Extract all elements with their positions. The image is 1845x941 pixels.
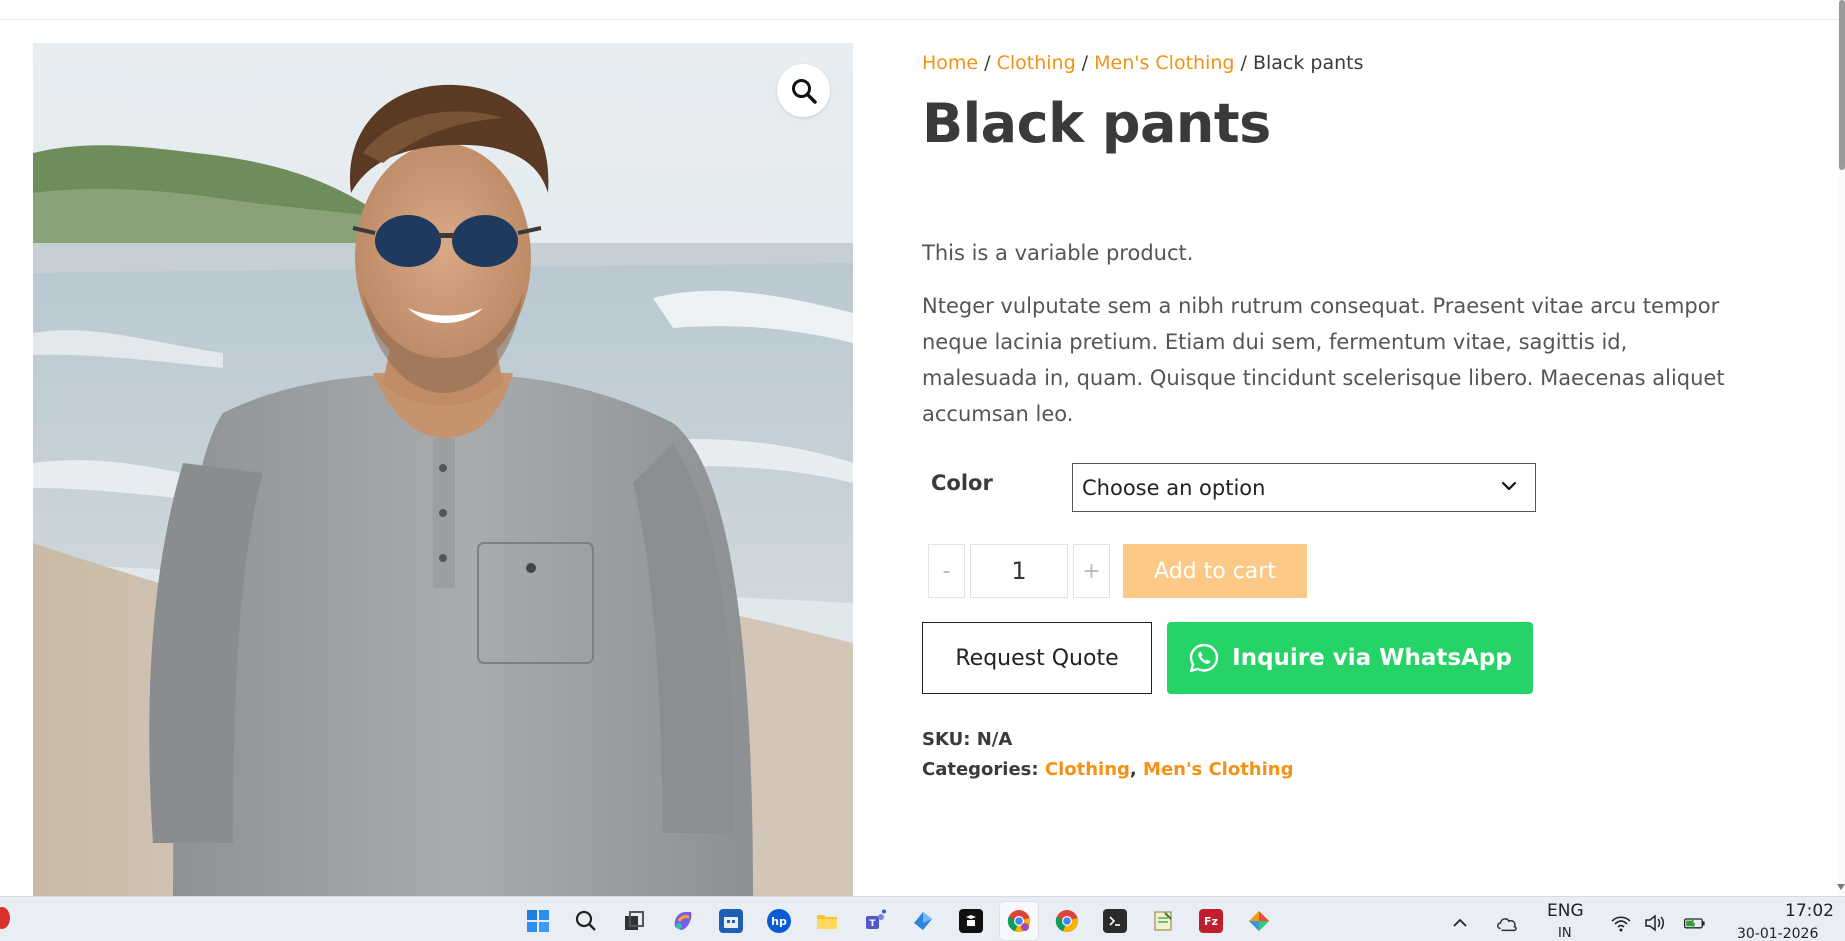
product-summary: Home / Clothing / Men's Clothing / Black…	[922, 48, 1742, 432]
scrollbar-thumb[interactable]	[1839, 0, 1845, 170]
breadcrumb: Home / Clothing / Men's Clothing / Black…	[922, 48, 1742, 78]
chevron-down-icon	[1501, 481, 1517, 491]
breadcrumb-separator: /	[978, 52, 997, 74]
request-quote-button[interactable]: Request Quote	[922, 622, 1152, 694]
onedrive-cloud-icon[interactable]	[1495, 911, 1519, 935]
variation-row: Color Choose an option	[930, 463, 1536, 513]
breadcrumb-clothing[interactable]: Clothing	[997, 52, 1076, 74]
color-select[interactable]: Choose an option	[1072, 463, 1536, 512]
filezilla-icon[interactable]: Fz	[1199, 909, 1223, 933]
notepad-icon[interactable]	[1151, 909, 1175, 933]
app-icon-2[interactable]	[1247, 909, 1271, 933]
whatsapp-inquire-button[interactable]: Inquire via WhatsApp	[1167, 622, 1533, 694]
breadcrumb-separator: /	[1234, 52, 1253, 74]
notion-icon[interactable]	[959, 909, 983, 933]
breadcrumb-separator: /	[1075, 52, 1095, 74]
chrome-profile-icon[interactable]	[1055, 909, 1079, 933]
hp-icon[interactable]: hp	[767, 909, 791, 933]
page-scrollbar[interactable]	[1837, 0, 1845, 896]
wifi-icon[interactable]	[1609, 911, 1633, 935]
breadcrumb-home[interactable]: Home	[922, 52, 978, 74]
zoom-button[interactable]	[777, 64, 830, 117]
sku-label: SKU:	[922, 729, 971, 750]
scroll-down-arrow-icon[interactable]	[1837, 884, 1845, 890]
product-title: Black pants	[922, 92, 1271, 155]
clock-date[interactable]: 30-01-2026	[1737, 924, 1818, 941]
chrome-icon[interactable]	[1007, 909, 1031, 933]
color-select-value: Choose an option	[1082, 475, 1266, 500]
notification-app-icon[interactable]	[0, 907, 10, 929]
chevron-up-icon[interactable]	[1448, 911, 1472, 935]
category-separator: ,	[1129, 759, 1144, 780]
category-link-mens-clothing[interactable]: Men's Clothing	[1143, 759, 1293, 780]
teams-icon[interactable]: T	[863, 909, 887, 933]
breadcrumb-mens-clothing[interactable]: Men's Clothing	[1094, 52, 1234, 74]
battery-charging-icon[interactable]	[1683, 911, 1707, 935]
header-divider	[0, 19, 1845, 20]
svg-text:T: T	[869, 919, 876, 929]
zoom-magnifier-icon	[791, 78, 817, 104]
product-long-description: Nteger vulputate sem a nibh rutrum conse…	[922, 294, 1725, 426]
windows-taskbar: hp T Fz ENG IN 17:02 30-01-2026	[0, 896, 1845, 941]
category-link-clothing[interactable]: Clothing	[1045, 759, 1130, 780]
terminal-icon[interactable]	[1103, 909, 1127, 933]
product-image[interactable]	[33, 43, 853, 896]
start-icon[interactable]	[526, 909, 550, 933]
clock-time[interactable]: 17:02	[1785, 901, 1834, 921]
breadcrumb-current: Black pants	[1252, 52, 1364, 74]
search-icon[interactable]	[574, 909, 598, 933]
copilot-icon[interactable]	[671, 909, 695, 933]
app-icon[interactable]	[911, 909, 935, 933]
sku-value: N/A	[976, 729, 1013, 750]
language-indicator[interactable]: ENG	[1547, 901, 1584, 921]
quantity-plus-button[interactable]: +	[1073, 544, 1110, 598]
task-view-icon[interactable]	[622, 909, 646, 933]
categories-line: Categories: Clothing, Men's Clothing	[922, 755, 1294, 785]
product-page: Home / Clothing / Men's Clothing / Black…	[0, 0, 1845, 896]
file-explorer-icon[interactable]	[815, 909, 839, 933]
language-sub-indicator: IN	[1558, 926, 1572, 941]
whatsapp-button-label: Inquire via WhatsApp	[1232, 645, 1512, 671]
product-meta: SKU: N/A Categories: Clothing, Men's Clo…	[922, 725, 1294, 785]
color-label: Color	[931, 471, 993, 495]
quantity-input[interactable]: 1	[970, 544, 1068, 598]
volume-icon[interactable]	[1644, 911, 1668, 935]
categories-label: Categories:	[922, 759, 1039, 780]
sku-line: SKU: N/A	[922, 725, 1294, 755]
add-to-cart-button[interactable]: Add to cart	[1123, 544, 1307, 598]
whatsapp-icon	[1189, 643, 1219, 673]
product-photo	[33, 43, 853, 896]
store-icon[interactable]	[719, 909, 743, 933]
product-short-description: This is a variable product.	[922, 241, 1194, 265]
quantity-minus-button[interactable]: -	[928, 544, 965, 598]
